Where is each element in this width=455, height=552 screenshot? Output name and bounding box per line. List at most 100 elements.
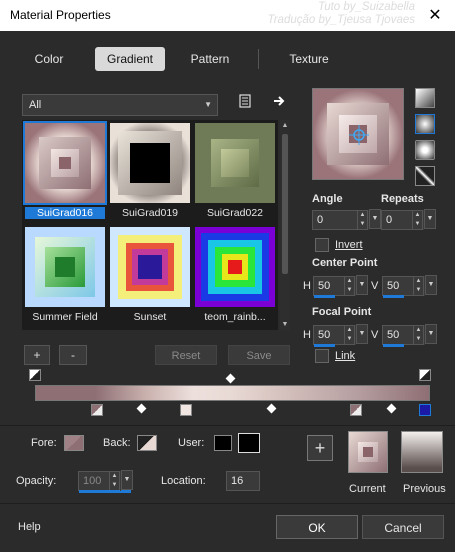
center-h-field[interactable]: 50 ▲ ▼ [313, 276, 355, 298]
focal-h-field[interactable]: 50 ▲ ▼ [313, 325, 355, 347]
transparency-stop-left[interactable] [29, 369, 41, 381]
repeats-field[interactable]: 0 ▲ ▼ [381, 210, 423, 230]
gradient-item[interactable]: Sunset [110, 227, 190, 323]
opacity-field[interactable]: 100 ▲ ▼ [78, 471, 131, 493]
opacity-dropdown-icon[interactable]: ▼ [121, 470, 133, 490]
focal-v-slider[interactable] [383, 344, 404, 347]
tab-texture[interactable]: Texture [274, 47, 344, 71]
focal-v-value: 50 [387, 329, 400, 341]
spinner-arrows-icon[interactable]: ▲ ▼ [413, 277, 423, 295]
center-v-slider[interactable] [383, 295, 404, 298]
color-stop[interactable] [350, 404, 362, 416]
gradient-swatch [25, 227, 105, 307]
spinner-arrows-icon[interactable]: ▲ ▼ [412, 211, 422, 229]
linear-style-icon[interactable] [415, 88, 435, 108]
color-stop[interactable] [180, 404, 192, 416]
gradient-swatch [110, 227, 190, 307]
center-point-label: Center Point [312, 257, 378, 269]
spinner-arrows-icon[interactable]: ▲ ▼ [413, 326, 423, 344]
user-color-swatch-2[interactable] [238, 433, 260, 453]
center-h-slider[interactable] [314, 295, 335, 298]
library-icon[interactable] [236, 94, 254, 112]
divider [0, 425, 455, 426]
user-label: User: [178, 437, 205, 449]
back-label: Back: [103, 437, 131, 449]
gradient-swatch [110, 123, 190, 203]
rectangular-style-icon[interactable] [415, 114, 435, 134]
invert-checkbox[interactable] [315, 238, 329, 252]
repeats-dropdown-icon[interactable]: ▼ [424, 209, 436, 229]
angle-label: Angle [312, 193, 343, 205]
spinner-arrows-icon[interactable]: ▲ ▼ [344, 326, 354, 344]
sunburst-style-icon[interactable] [415, 140, 435, 160]
gradient-item[interactable]: SuiGrad022 [195, 123, 275, 219]
gradient-item[interactable]: SuiGrad019 [110, 123, 190, 219]
tab-color[interactable]: Color [16, 47, 82, 71]
scroll-down-icon[interactable]: ▼ [280, 321, 290, 328]
color-midpoint[interactable] [266, 403, 277, 414]
close-icon[interactable]: ✕ [425, 5, 445, 25]
gradient-preview[interactable] [312, 88, 404, 180]
color-midpoint[interactable] [386, 403, 397, 414]
gradient-list-scrollbar[interactable]: ▲ ▼ [280, 120, 290, 330]
focal-h-dropdown-icon[interactable]: ▼ [356, 324, 368, 344]
center-h-dropdown-icon[interactable]: ▼ [356, 275, 368, 295]
previous-swatch[interactable] [401, 431, 443, 473]
transparency-midpoint[interactable] [225, 373, 236, 384]
window-title: Material Properties [10, 8, 111, 22]
spinner-arrows-icon[interactable]: ▲ ▼ [357, 211, 367, 229]
focal-h-value: 50 [318, 329, 331, 341]
opacity-slider[interactable] [79, 490, 131, 493]
focal-point-label: Focal Point [312, 306, 372, 318]
focal-v-field[interactable]: 50 ▲ ▼ [382, 325, 424, 347]
add-gradient-button[interactable]: + [24, 345, 50, 365]
category-dropdown[interactable]: All ▼ [22, 94, 218, 116]
center-v-dropdown-icon[interactable]: ▼ [425, 275, 437, 295]
tab-gradient[interactable]: Gradient [95, 47, 165, 71]
color-stop[interactable] [91, 404, 103, 416]
gradient-item[interactable]: SuiGrad016 [23, 121, 107, 219]
add-swatch-button[interactable]: + [307, 435, 333, 461]
center-v-field[interactable]: 50 ▲ ▼ [382, 276, 424, 298]
location-field[interactable]: 16 [226, 471, 260, 491]
link-label: Link [335, 350, 356, 362]
spinner-arrows-icon[interactable]: ▲ ▼ [109, 472, 119, 490]
scrollbar-thumb[interactable] [282, 134, 288, 274]
center-point-icon[interactable] [349, 125, 369, 145]
invert-label: Invert [335, 239, 363, 251]
cancel-button[interactable]: Cancel [362, 515, 444, 539]
focal-v-dropdown-icon[interactable]: ▼ [425, 324, 437, 344]
help-link[interactable]: Help [18, 521, 41, 533]
gradient-swatch [23, 121, 107, 205]
tab-pattern[interactable]: Pattern [177, 47, 243, 71]
transparency-stop-right[interactable] [419, 369, 431, 381]
angle-value: 0 [317, 214, 324, 226]
fore-color-swatch[interactable] [64, 435, 84, 451]
gradient-item[interactable]: Summer Field [25, 227, 105, 323]
user-color-swatch-1[interactable] [214, 435, 232, 451]
remove-gradient-button[interactable]: - [59, 345, 87, 365]
link-checkbox[interactable] [315, 349, 329, 363]
gradient-swatch [195, 123, 275, 203]
scroll-up-icon[interactable]: ▲ [280, 122, 290, 129]
color-stop-selected[interactable] [419, 404, 431, 416]
color-midpoint[interactable] [136, 403, 147, 414]
divider [0, 503, 455, 504]
gradient-item[interactable]: teom_rainb... [195, 227, 275, 323]
back-color-swatch[interactable] [137, 435, 157, 451]
focal-h-label: H [303, 329, 311, 341]
ok-button[interactable]: OK [276, 515, 358, 539]
radial-style-icon[interactable] [415, 166, 435, 186]
angle-field[interactable]: 0 ▲ ▼ [312, 210, 368, 230]
gradient-bar[interactable] [35, 385, 430, 401]
gradient-label: SuiGrad016 [25, 207, 105, 219]
save-button[interactable]: Save [228, 345, 290, 365]
spinner-arrows-icon[interactable]: ▲ ▼ [344, 277, 354, 295]
focal-v-label: V [371, 329, 379, 341]
reset-button[interactable]: Reset [155, 345, 217, 365]
tab-bar: Color Gradient Pattern Texture [0, 31, 455, 85]
current-swatch[interactable] [348, 431, 388, 473]
focal-h-slider[interactable] [314, 344, 335, 347]
arrow-right-icon[interactable] [270, 94, 288, 112]
angle-dropdown-icon[interactable]: ▼ [369, 209, 381, 229]
